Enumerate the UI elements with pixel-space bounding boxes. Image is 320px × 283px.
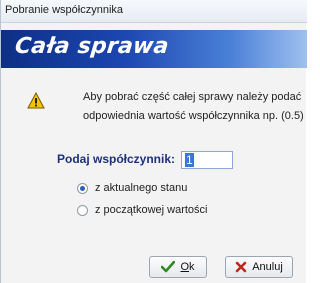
title-bar[interactable]: Pobranie współczynnika — [1, 0, 307, 23]
cancel-button[interactable]: Anuluj — [225, 256, 293, 278]
message-line-2: odpowiednia wartość współczynnika np. (0… — [83, 110, 304, 122]
ok-button-label: Ok — [180, 261, 195, 273]
ok-button[interactable]: Ok — [149, 256, 207, 278]
radio-label-current: z aktualnego stanu — [95, 182, 188, 194]
radio-button-unchecked[interactable] — [77, 204, 88, 216]
radio-button-checked[interactable] — [77, 182, 88, 194]
dialog-window: Pobranie współczynnika Cała sprawa Aby p… — [0, 0, 307, 283]
cancel-button-label: Anuluj — [252, 261, 283, 273]
checkmark-icon — [161, 261, 176, 273]
radio-label-initial: z początkowej wartości — [95, 204, 208, 216]
header-banner: Cała sprawa — [1, 30, 307, 68]
coefficient-label: Podaj współczynnik: — [57, 152, 176, 166]
warning-icon — [27, 92, 45, 109]
info-message: Aby pobrać część całej sprawy należy pod… — [83, 88, 304, 126]
radio-current-state[interactable]: z aktualnego stanu — [77, 182, 187, 194]
banner-title: Cała sprawa — [13, 34, 170, 59]
window-title: Pobranie współczynnika — [5, 4, 124, 16]
message-line-1: Aby pobrać część całej sprawy należy pod… — [83, 91, 302, 103]
radio-initial-value[interactable]: z początkowej wartości — [77, 204, 208, 216]
coefficient-value: 1 — [185, 153, 194, 167]
coefficient-input[interactable]: 1 — [181, 151, 233, 169]
cross-icon — [235, 261, 247, 273]
